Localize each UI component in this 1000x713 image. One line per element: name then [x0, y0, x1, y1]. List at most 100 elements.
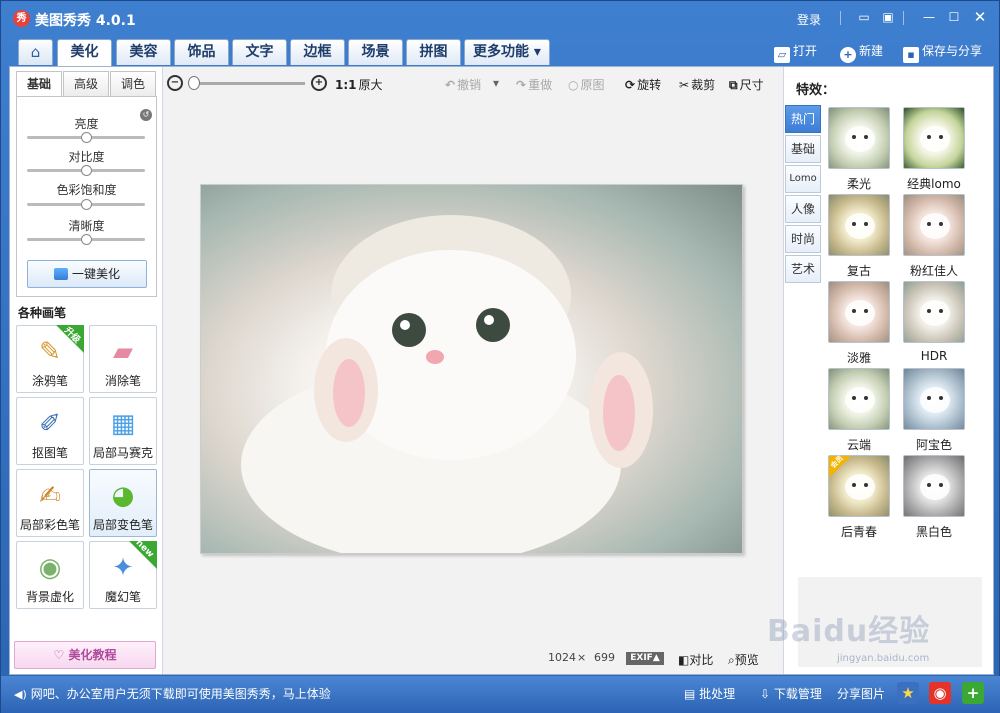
original-button[interactable]: ○ 原图 [568, 76, 605, 93]
brushes-section-title: 各种画笔 [18, 306, 67, 320]
app-window: 秀 美图秀秀 4.0.1 登录 ▭ ▣ — ☐ ✕ ⌂ 美化 美容 饰品 文字 … [0, 0, 1000, 713]
minimize-icon[interactable]: — [921, 10, 937, 24]
tab-accessories[interactable]: 饰品 [174, 39, 229, 65]
saturation-slider[interactable] [27, 199, 145, 210]
effect-thumb-youth[interactable]: 会员 [828, 454, 890, 517]
category-fashion[interactable]: 时尚 [785, 225, 821, 253]
contrast-knob[interactable] [81, 165, 92, 176]
thumb-cat-eye [864, 222, 868, 226]
sharpness-label: 清晰度 [68, 219, 105, 233]
resize-button[interactable]: ⧉ 尺寸 [729, 76, 764, 93]
message-icon[interactable]: ▭ [856, 10, 872, 24]
category-lomo[interactable]: Lomo [785, 165, 821, 193]
effect-thumb-black-white[interactable] [903, 455, 965, 517]
category-portrait[interactable]: 人像 [785, 195, 821, 223]
promo-tip[interactable]: ◀) 网吧、办公室用户无须下载即可使用美图秀秀，马上体验 [14, 685, 331, 702]
effect-thumb-abao[interactable] [903, 368, 965, 430]
weibo-icon[interactable]: ◉ [929, 682, 951, 704]
thumb-cat-eye [852, 309, 856, 313]
tab-frame[interactable]: 边框 [290, 39, 345, 65]
subtab-advanced[interactable]: 高级 [63, 71, 109, 97]
rotate-button[interactable]: ⟳ 旋转 [625, 76, 661, 93]
effect-thumb-soft-light[interactable] [828, 107, 890, 169]
tab-more-features[interactable]: 更多功能 ▾ [464, 39, 550, 65]
skin-icon[interactable]: ▣ [880, 10, 896, 24]
speaker-icon: ◀) [14, 688, 27, 701]
effect-thumb-hdr[interactable] [903, 281, 965, 343]
zoom-out-icon[interactable]: − [167, 75, 183, 91]
compare-button[interactable]: ◧对比 [678, 651, 713, 668]
new-button[interactable]: + 新建 [840, 41, 883, 63]
beautify-tutorial-button[interactable]: ♡ 美化教程 [14, 641, 156, 669]
add-share-icon[interactable]: + [962, 682, 984, 704]
undo-dropdown-icon[interactable]: ▾ [493, 76, 499, 90]
canvas-photo[interactable] [200, 184, 743, 554]
sharpness-slider[interactable] [27, 234, 145, 245]
home-tab[interactable]: ⌂ [18, 39, 53, 65]
effect-thumb-vintage[interactable] [828, 194, 890, 256]
saturation-knob[interactable] [81, 199, 92, 210]
open-button[interactable]: ▱ 打开 [774, 41, 817, 63]
subtab-basic[interactable]: 基础 [16, 71, 62, 97]
brightness-slider[interactable] [27, 132, 145, 143]
effect-thumb-pink-lady[interactable] [903, 194, 965, 256]
effect-thumb-cloud[interactable] [828, 368, 890, 430]
undo-button[interactable]: ↶ 撤销 [445, 76, 481, 93]
share-picture-button[interactable]: 分享图片 [837, 685, 885, 702]
title-bar: 秀 美图秀秀 4.0.1 登录 ▭ ▣ — ☐ ✕ [1, 1, 1000, 35]
one-click-beautify-button[interactable]: 一键美化 [27, 260, 147, 288]
category-hot[interactable]: 热门 [785, 105, 821, 133]
resize-label: 尺寸 [739, 78, 764, 92]
tool-background-blur[interactable]: ◉ 背景虚化 [16, 541, 84, 609]
zoom-slider[interactable] [188, 76, 305, 90]
brightness-knob[interactable] [81, 132, 92, 143]
qzone-star-icon[interactable]: ★ [897, 682, 919, 704]
tab-beauty[interactable]: 美容 [116, 39, 171, 65]
subtab-color[interactable]: 调色 [110, 71, 156, 97]
category-basic[interactable]: 基础 [785, 135, 821, 163]
tool-magic-pen[interactable]: ✦ 魔幻笔 new [89, 538, 157, 609]
tab-collage[interactable]: 拼图 [406, 39, 461, 65]
tool-recolor-pen[interactable]: ◕ 局部变色笔 [89, 469, 157, 537]
tab-beautify[interactable]: 美化 [57, 39, 112, 66]
thumb-cat-face [920, 387, 950, 413]
batch-label: 批处理 [699, 687, 736, 701]
thumb-cat-eye [927, 483, 931, 487]
basic-adjust-panel: ↺ 亮度 对比度 色彩饱和度 清晰度 一键美化 [16, 96, 157, 297]
magic-icon [53, 268, 68, 280]
thumb-cat-face [920, 126, 950, 152]
zoom-in-icon[interactable]: + [311, 75, 327, 91]
close-icon[interactable]: ✕ [972, 10, 988, 25]
sharpness-knob[interactable] [81, 234, 92, 245]
tool-color-pen[interactable]: ✍ 局部彩色笔 [16, 469, 84, 537]
save-share-button[interactable]: ▪ 保存与分享 [903, 41, 982, 63]
exif-button[interactable]: EXIF▲ [626, 652, 664, 665]
crop-button[interactable]: ✂ 裁剪 [679, 76, 715, 93]
tool-doodle-pen[interactable]: ✎ 涂鸦笔 升级 [16, 325, 84, 393]
effect-thumb-classic-lomo[interactable] [903, 107, 965, 169]
effect-label: 经典lomo [907, 177, 961, 191]
tool-cutout-pen[interactable]: ✐ 抠图笔 [16, 397, 84, 465]
tool-eraser[interactable]: ▰ 消除笔 [89, 325, 157, 393]
tool-label: 局部彩色笔 [19, 518, 80, 532]
effect-label: 柔光 [846, 177, 871, 191]
effect-thumb-elegant[interactable] [828, 281, 890, 343]
preview-button[interactable]: ⌕预览 [728, 651, 759, 668]
batch-process-button[interactable]: ▤ 批处理 [684, 685, 735, 702]
category-art[interactable]: 艺术 [785, 255, 821, 283]
maximize-icon[interactable]: ☐ [946, 10, 962, 24]
preview-icon: ⌕ [728, 653, 735, 667]
zoom-knob[interactable] [188, 76, 200, 90]
redo-button[interactable]: ↷ 重做 [516, 76, 552, 93]
thumb-cat-eye [939, 483, 943, 487]
tab-text[interactable]: 文字 [232, 39, 287, 65]
separator [903, 11, 904, 25]
actual-size-button[interactable]: 1:1 原大 [335, 76, 383, 93]
tool-mosaic[interactable]: ▦ 局部马赛克 [89, 397, 157, 465]
tab-scene[interactable]: 场景 [348, 39, 403, 65]
tutorial-label: 美化教程 [68, 648, 117, 662]
left-panel: 基础 高级 调色 ↺ 亮度 对比度 色彩饱和度 清晰度 一键美化 各种画笔 ✎ … [10, 67, 163, 674]
contrast-slider[interactable] [27, 165, 145, 176]
login-link[interactable]: 登录 [797, 11, 821, 28]
download-manager-button[interactable]: ⇩ 下载管理 [760, 685, 822, 702]
